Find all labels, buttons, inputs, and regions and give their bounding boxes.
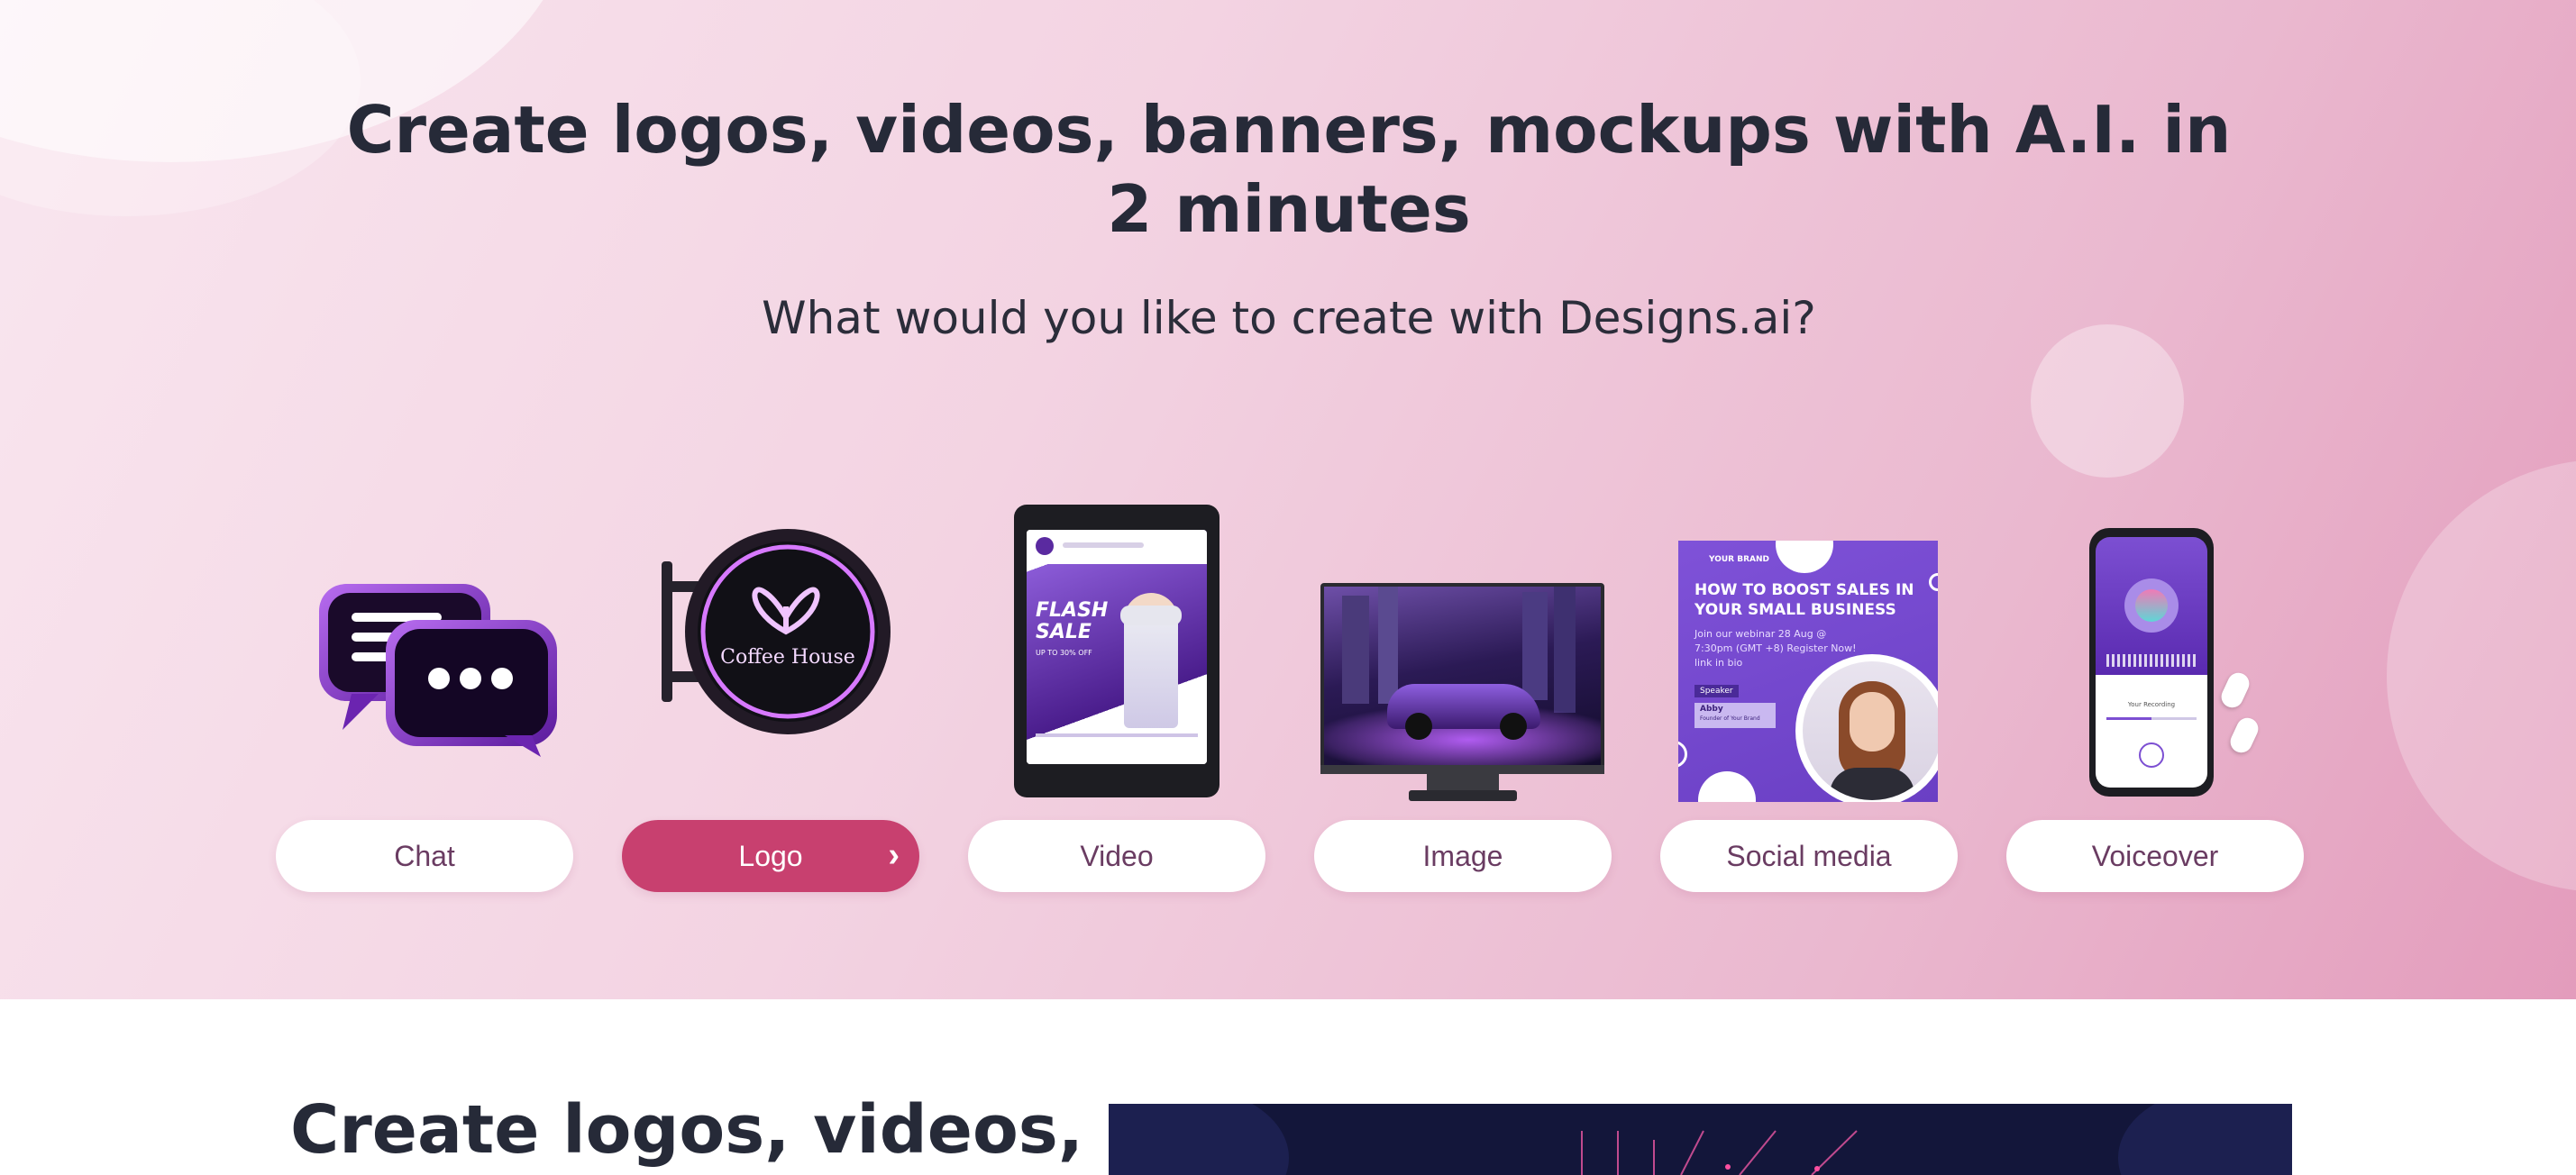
phone-voice-icon[interactable]: Your Recording [2089,528,2279,798]
decorative-circle [2387,460,2576,892]
hero-section: Create logos, videos, banners, mockups w… [0,0,2576,999]
category-label: Chat [394,840,455,872]
post-brand: YOUR BRAND [1709,555,1769,564]
category-label: Logo [738,840,803,872]
sign-text: Coffee House [720,646,855,669]
category-button-social-media[interactable]: Social media [1660,820,1958,892]
speaker-name: Abby [1700,705,1723,714]
tablet-video-icon[interactable]: FLASH SALE UP TO 30% OFF [1014,505,1219,797]
post-title: HOW TO BOOST SALES IN YOUR SMALL BUSINES… [1694,581,1914,619]
category-label: Image [1422,840,1503,872]
social-post-icon[interactable]: YOUR BRAND HOW TO BOOST SALES IN YOUR SM… [1678,541,1938,802]
video-ad-sub: UP TO 30% OFF [1036,649,1092,657]
hero-headline: Create logos, videos, banners, mockups w… [346,92,2232,247]
category-button-video[interactable]: Video [968,820,1265,892]
speaker-photo [1795,654,1938,802]
demo-video-panel[interactable] [1109,1104,2292,1175]
category-button-voiceover[interactable]: Voiceover [2006,820,2304,892]
speaker-label: Speaker [1694,685,1739,697]
category-label: Social media [1726,840,1892,872]
decorative-blob [0,0,361,216]
hero-subhead: What would you like to create with Desig… [762,292,1816,344]
category-button-logo[interactable]: Logo › [622,820,919,892]
section-title: Create logos, videos, [290,1091,1083,1169]
video-ad-title: FLASH SALE [1036,599,1109,643]
category-button-chat[interactable]: Chat [276,820,573,892]
decorative-circle [2031,324,2184,478]
coffee-house-sign-icon[interactable]: Coffee House [658,527,892,736]
monitor-car-icon[interactable] [1320,583,1604,802]
recording-label: Your Recording [2127,701,2176,708]
category-button-image[interactable]: Image [1314,820,1612,892]
category-label: Video [1080,840,1154,872]
chat-bubbles-icon[interactable] [315,577,559,757]
chevron-right-icon: › [888,836,900,874]
category-label: Voiceover [2091,840,2219,872]
speaker-role: Founder of Your Brand [1700,715,1760,722]
